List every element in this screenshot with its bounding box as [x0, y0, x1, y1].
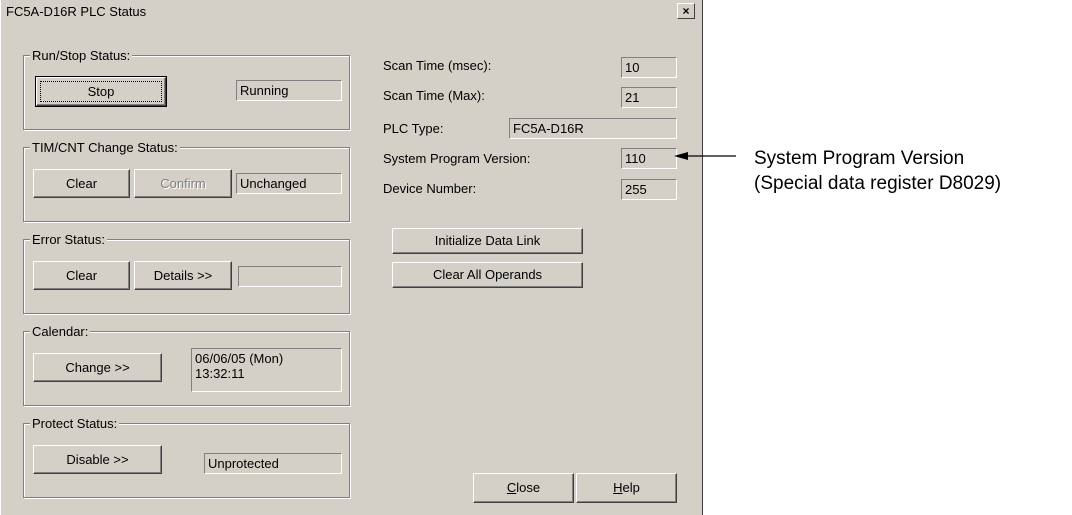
close-mnemonic: C: [506, 480, 517, 495]
run-stop-legend: Run/Stop Status:: [30, 48, 133, 63]
error-status-field: [238, 266, 342, 287]
annotation-arrow: [674, 152, 736, 160]
calendar-time: 13:32:11: [195, 366, 245, 381]
close-button[interactable]: Close: [473, 473, 574, 503]
close-label: lose: [516, 480, 541, 495]
plc-type-field: FC5A-D16R: [509, 118, 677, 139]
error-legend: Error Status:: [30, 232, 107, 247]
device-number-field: 255: [621, 179, 677, 200]
scan-time-label: Scan Time (msec):: [383, 58, 492, 73]
help-button[interactable]: Help: [576, 473, 677, 503]
stop-button[interactable]: Stop: [35, 76, 167, 107]
clear-all-operands-button[interactable]: Clear All Operands: [392, 262, 583, 288]
help-mnemonic: H: [613, 480, 623, 495]
disable-button[interactable]: Disable >>: [33, 445, 162, 474]
scan-max-field: 21: [621, 87, 677, 108]
device-number-label: Device Number:: [383, 181, 477, 196]
window-title: FC5A-D16R PLC Status: [6, 4, 147, 19]
plc-type-label: PLC Type:: [383, 121, 444, 136]
timcnt-status-field: Unchanged: [236, 173, 342, 194]
timcnt-clear-button[interactable]: Clear: [33, 169, 130, 198]
details-button[interactable]: Details >>: [134, 261, 232, 290]
protect-status-field: Unprotected: [204, 453, 342, 474]
close-icon[interactable]: ×: [677, 3, 695, 19]
annotation-line-1: System Program Version: [754, 148, 965, 169]
focus-rect: [40, 81, 162, 102]
scan-max-label: Scan Time (Max):: [383, 88, 485, 103]
protect-legend: Protect Status:: [30, 416, 120, 431]
scan-time-field: 10: [621, 57, 677, 78]
calendar-change-button[interactable]: Change >>: [33, 353, 162, 382]
calendar-field: 06/06/05 (Mon) 13:32:11: [191, 348, 342, 392]
error-clear-button[interactable]: Clear: [33, 261, 130, 290]
title-bar: FC5A-D16R PLC Status ×: [1, 0, 702, 24]
plc-status-window: FC5A-D16R PLC Status × Run/Stop Status: …: [0, 0, 703, 515]
calendar-date: 06/06/05 (Mon): [195, 351, 284, 366]
run-status-field: Running: [236, 80, 342, 101]
confirm-button[interactable]: Confirm: [134, 169, 232, 198]
calendar-legend: Calendar:: [30, 324, 91, 339]
help-label: elp: [622, 480, 640, 495]
annotation-line-2: (Special data register D8029): [754, 173, 1002, 194]
initialize-data-link-button[interactable]: Initialize Data Link: [392, 228, 583, 254]
timcnt-legend: TIM/CNT Change Status:: [30, 140, 180, 155]
system-program-version-label: System Program Version:: [383, 151, 531, 166]
system-program-version-field: 110: [621, 148, 677, 169]
